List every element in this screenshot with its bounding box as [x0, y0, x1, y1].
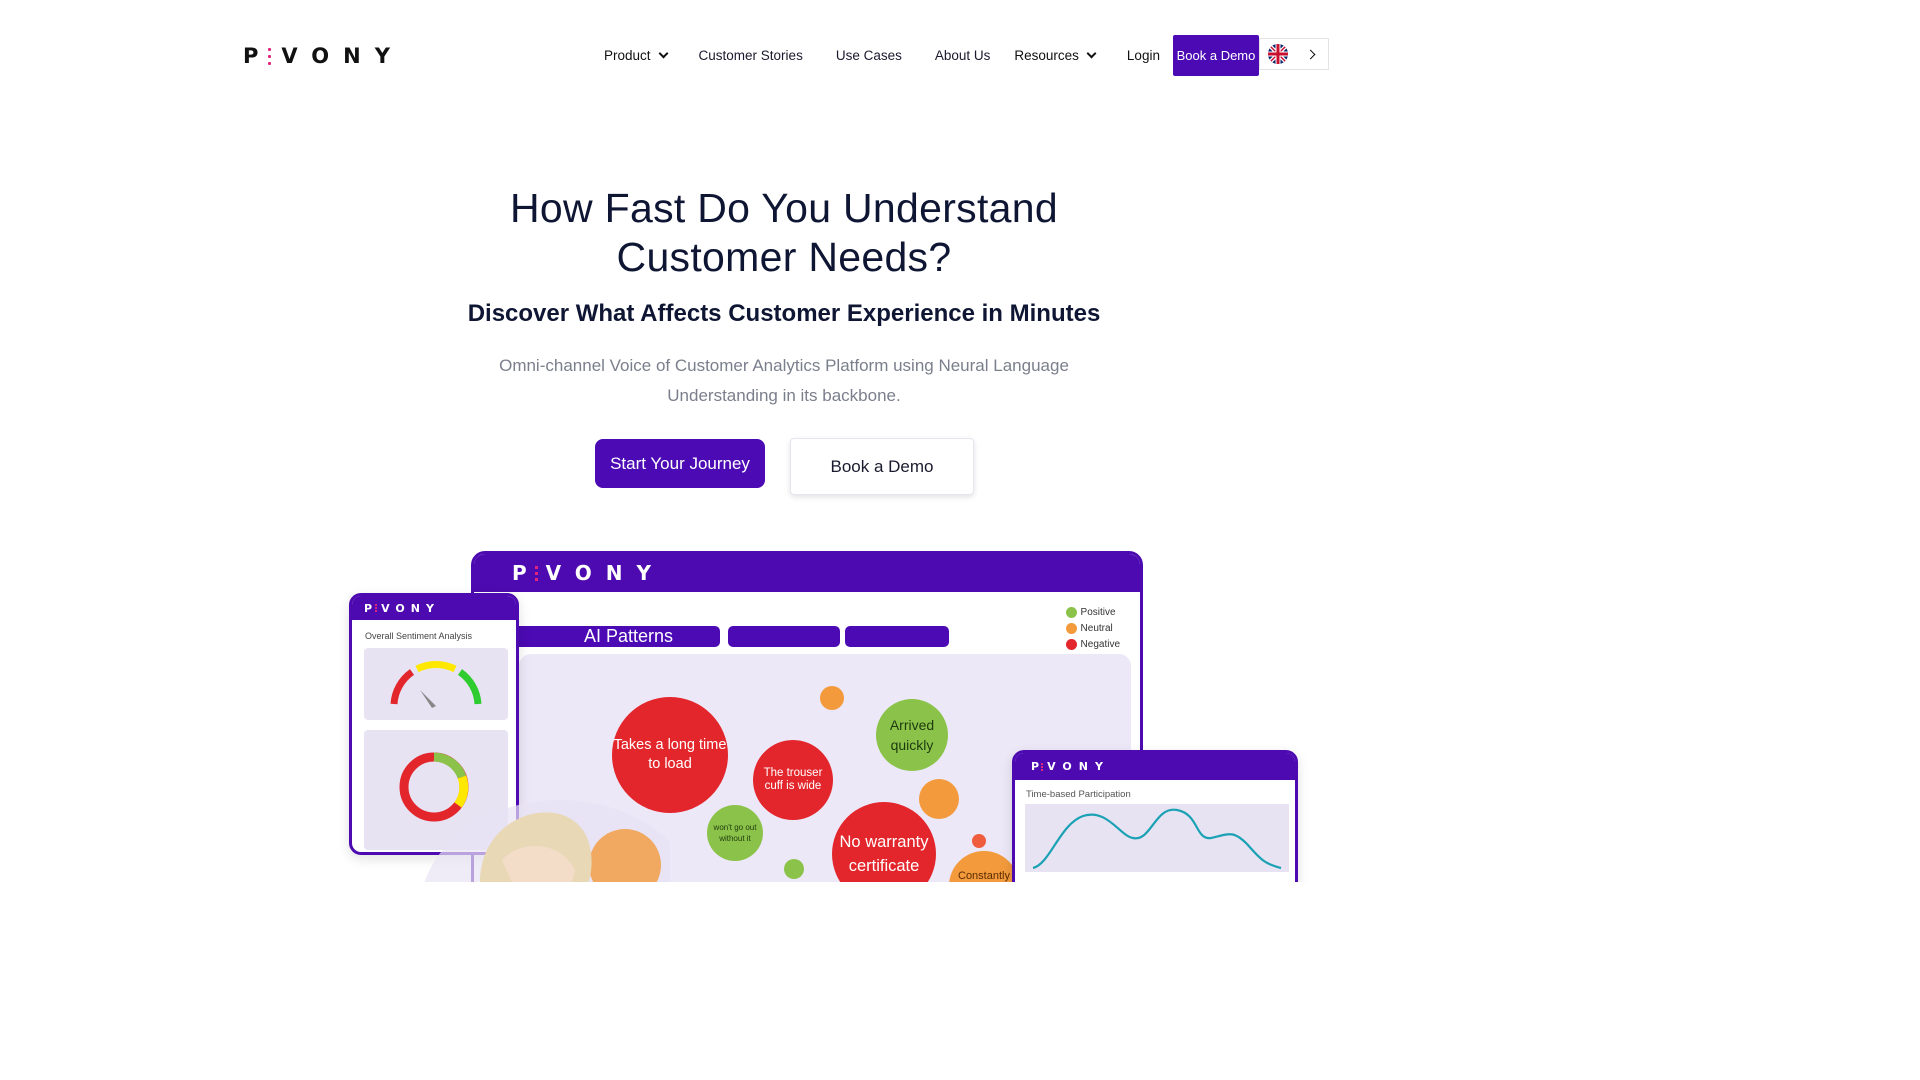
uk-flag-icon	[1268, 44, 1288, 64]
chevron-down-icon	[1086, 48, 1097, 59]
chevron-down-icon	[658, 48, 668, 59]
nav-customer-stories[interactable]: Customer Stories	[699, 48, 803, 63]
sentiment-analysis-label: Overall Sentiment Analysis	[365, 631, 473, 641]
bubble-neutral: Constantly	[949, 851, 1019, 882]
nav-use-cases[interactable]: Use Cases	[836, 48, 902, 63]
phone-header: P VONY	[352, 596, 516, 620]
pivony-logo[interactable]: P VONY	[243, 44, 404, 68]
sentiment-legend: Positive Neutral Negative	[1065, 604, 1120, 652]
bubble-negative	[972, 834, 986, 848]
nav-about-us[interactable]: About Us	[935, 48, 991, 63]
hero-description: Omni-channel Voice of Customer Analytics…	[499, 356, 1069, 405]
pattern-tab-2	[728, 626, 840, 647]
nav-login[interactable]: Login	[1127, 48, 1160, 63]
bubble-negative: No warranty certificate	[832, 802, 936, 882]
positive-dot	[1065, 606, 1077, 618]
book-demo-nav-button[interactable]: Book a Demo	[1173, 35, 1259, 76]
participation-line-chart	[1025, 804, 1289, 872]
bubble-neutral	[919, 779, 959, 819]
negative-dot	[1065, 638, 1077, 650]
bubble-positive: won't go out without it	[707, 805, 763, 861]
nav-resources[interactable]: Resources	[1014, 48, 1097, 63]
sentiment-gauge-icon	[390, 660, 482, 708]
ai-patterns-tab: AI Patterns	[504, 626, 720, 647]
main-nav: Product Customer Stories Use Cases About…	[590, 35, 1160, 76]
bubble-positive: Arrived quickly	[876, 699, 948, 771]
dashboard-header: P VONY	[474, 554, 1140, 592]
landing-page: P VONY Product Customer Stories Use Case…	[0, 0, 1568, 882]
chart-card-header: P VONY	[1015, 753, 1295, 780]
hero-title: How Fast Do You Understand Customer Need…	[510, 185, 1058, 280]
neutral-dot	[1065, 622, 1077, 634]
time-chart-card: P VONY Time-based Participation	[1012, 750, 1298, 882]
logo-dots	[268, 47, 272, 65]
bubble-neutral	[820, 686, 844, 710]
book-demo-button[interactable]: Book a Demo	[790, 438, 974, 495]
chevron-right-icon	[1305, 49, 1316, 59]
hero-subtitle: Discover What Affects Customer Experienc…	[467, 300, 1101, 327]
start-journey-button[interactable]: Start Your Journey	[595, 439, 765, 488]
bubble-positive	[784, 859, 804, 879]
gauge-card	[364, 648, 508, 720]
person-photo	[410, 770, 696, 882]
nav-product[interactable]: Product	[604, 48, 668, 63]
bubble-negative: The trouser cuff is wide	[753, 740, 833, 820]
pattern-tab-3	[845, 626, 949, 647]
language-selector[interactable]	[1259, 38, 1329, 70]
time-participation-label: Time-based Participation	[1026, 789, 1131, 800]
